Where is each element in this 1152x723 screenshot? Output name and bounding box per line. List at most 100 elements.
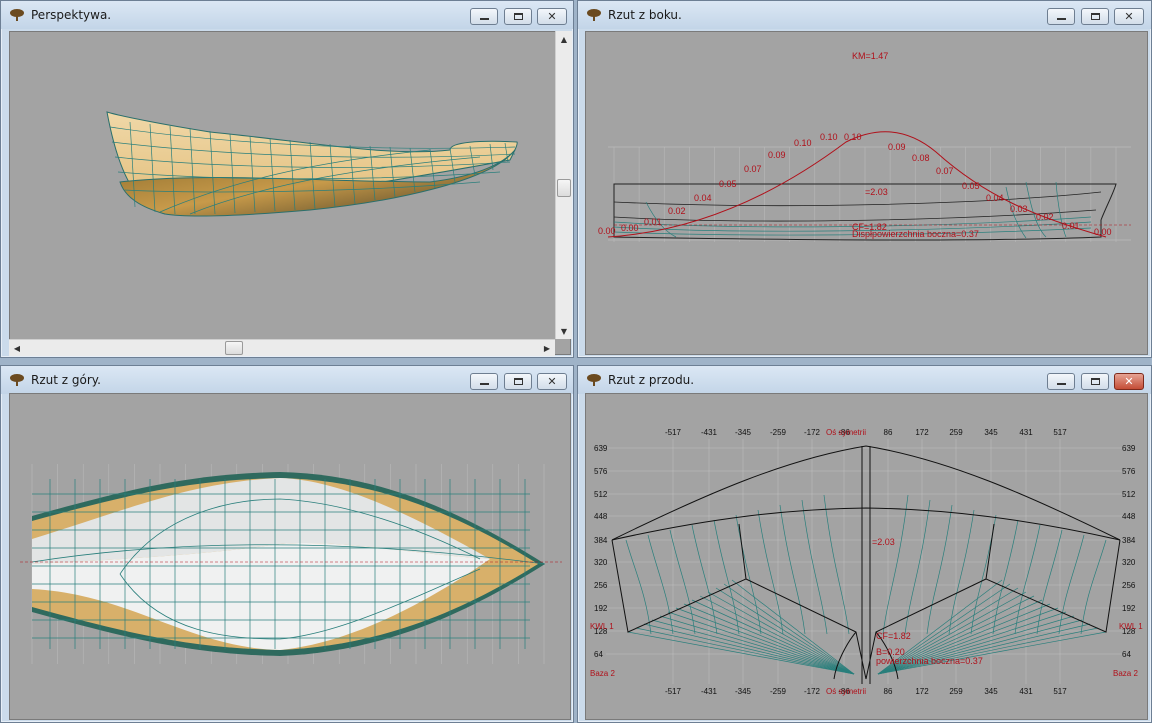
close-button[interactable]: ✕: [537, 373, 567, 390]
perspective-vscrollbar[interactable]: ▲ ▼: [555, 31, 572, 339]
front-view-canvas[interactable]: -517 -517 -431 -431 -345 -345 -259 -259 -172 -172…: [585, 393, 1148, 720]
app-icon: [587, 374, 601, 386]
window-title: Rzut z góry.: [31, 373, 101, 387]
curve-value-label: 0.07: [936, 166, 954, 176]
front-view-titlebar[interactable]: Rzut z przodu. ✕: [578, 366, 1151, 394]
app-icon: [587, 9, 601, 21]
scroll-right-icon[interactable]: ▶: [540, 341, 554, 355]
curve-value-label: 0.05: [719, 179, 737, 189]
curve-value-label: 0.09: [768, 150, 786, 160]
station-line: [647, 534, 674, 635]
minimize-button[interactable]: [1047, 373, 1075, 390]
x-tick-label: 431: [1019, 687, 1033, 696]
side-view-drawing: 0.00 0.00 0.01 0.02 0.04 0.05 0.07 0.09 0.10 0.10…: [598, 51, 1131, 242]
window-title: Rzut z przodu.: [608, 373, 695, 387]
curve-value-label: 0.02: [668, 206, 686, 216]
waterline-left-label: KWL 1: [590, 622, 614, 631]
station-line: [713, 519, 740, 635]
side-view-titlebar[interactable]: Rzut z boku. ✕: [578, 1, 1151, 29]
y-tick-label: 64: [1122, 650, 1131, 659]
x-tick-label: -431: [701, 428, 718, 437]
vscroll-thumb[interactable]: [557, 179, 571, 197]
x-tick-label: 172: [915, 687, 929, 696]
perspective-canvas[interactable]: [9, 31, 571, 355]
station-line: [877, 627, 1099, 675]
x-tick-label: 431: [1019, 428, 1033, 437]
y-tick-label: 639: [594, 444, 608, 453]
minimize-button[interactable]: [470, 373, 498, 390]
close-button[interactable]: ✕: [1114, 373, 1144, 390]
minimize-button[interactable]: [470, 8, 498, 25]
station-line: [1014, 524, 1041, 635]
window-title: Rzut z boku.: [608, 8, 682, 22]
side-view-canvas[interactable]: 0.00 0.00 0.01 0.02 0.04 0.05 0.07 0.09 0.10 0.10…: [585, 31, 1148, 355]
maximize-button[interactable]: [1081, 373, 1109, 390]
maximize-icon: [1090, 13, 1100, 20]
hscroll-thumb[interactable]: [225, 341, 243, 355]
curve-value-label: 0.07: [744, 164, 762, 174]
app-icon: [10, 374, 24, 386]
maximize-button[interactable]: [1081, 8, 1109, 25]
x-tick-label: 259: [949, 687, 963, 696]
station-line: [1036, 529, 1063, 635]
y-tick-label: 639: [1122, 444, 1136, 453]
close-button[interactable]: ✕: [1114, 8, 1144, 25]
app-icon: [10, 9, 24, 21]
curve-value-label: 0.09: [888, 142, 906, 152]
minimize-icon: [479, 18, 489, 20]
close-icon: ✕: [547, 375, 557, 388]
curve-value-label: 0.04: [986, 193, 1004, 203]
top-view-window: Rzut z góry. ✕: [0, 365, 574, 723]
front-cf-label: CF=1.82: [876, 631, 911, 641]
station-line: [757, 509, 784, 635]
y-tick-label: 512: [1122, 490, 1136, 499]
perspective-window: Perspektywa. ✕ ▲ ▼ ◀ ▶: [0, 0, 574, 358]
y-tick-label: 384: [594, 536, 608, 545]
x-tick-label: 259: [949, 428, 963, 437]
y-tick-label: 64: [594, 650, 603, 659]
station-line: [683, 603, 855, 675]
x-tick-label: -172: [804, 428, 821, 437]
y-tick-label: 448: [594, 512, 608, 521]
close-icon: ✕: [1124, 10, 1134, 23]
perspective-titlebar[interactable]: Perspektywa. ✕: [1, 1, 573, 29]
y-tick-label: 512: [594, 490, 608, 499]
minimize-button[interactable]: [1047, 8, 1075, 25]
maximize-icon: [513, 13, 523, 20]
minimize-icon: [1056, 18, 1066, 20]
station-line: [643, 623, 855, 675]
station-line: [948, 509, 975, 635]
close-button[interactable]: ✕: [537, 8, 567, 25]
curve-value-label: 0.10: [844, 132, 862, 142]
curve-value-label: 0.03: [1010, 204, 1028, 214]
scroll-left-icon[interactable]: ◀: [10, 341, 24, 355]
curve-value-label: 0.04: [694, 193, 712, 203]
top-view-titlebar[interactable]: Rzut z góry. ✕: [1, 366, 573, 394]
base-right-label: Baza 2: [1113, 669, 1138, 678]
top-view-canvas[interactable]: [9, 393, 571, 720]
maximize-button[interactable]: [504, 8, 532, 25]
y-tick-label: 192: [594, 604, 608, 613]
y-tick-label: 448: [1122, 512, 1136, 521]
curve-value-label: 0.01: [644, 217, 662, 227]
waterline-right-label: KWL 1: [1119, 622, 1143, 631]
lateral-area-label: Dispłpowierzchnia boczna=0.37: [852, 229, 979, 239]
x-tick-label: -259: [770, 428, 787, 437]
perspective-hscrollbar[interactable]: ◀ ▶: [9, 339, 555, 356]
x-tick-label: -345: [735, 428, 752, 437]
symmetry-axis-bottom-label: Oś symetrii: [826, 687, 866, 696]
front-z-label: =2.03: [872, 537, 895, 547]
maximize-button[interactable]: [504, 373, 532, 390]
x-tick-label: -259: [770, 687, 787, 696]
station-line: [904, 499, 931, 635]
scroll-down-icon[interactable]: ▼: [557, 324, 571, 338]
curve-value-label: 0.00: [1094, 227, 1112, 237]
x-tick-label: 86: [884, 687, 893, 696]
station-line: [691, 524, 718, 635]
scroll-up-icon[interactable]: ▲: [557, 32, 571, 46]
top-view-drawing: [20, 464, 562, 664]
y-tick-label: 320: [1122, 558, 1136, 567]
front-view-window: Rzut z przodu. ✕ -517 -517 -431 -431 -345 -34…: [577, 365, 1152, 723]
x-tick-label: 345: [984, 428, 998, 437]
y-tick-label: 576: [1122, 467, 1136, 476]
